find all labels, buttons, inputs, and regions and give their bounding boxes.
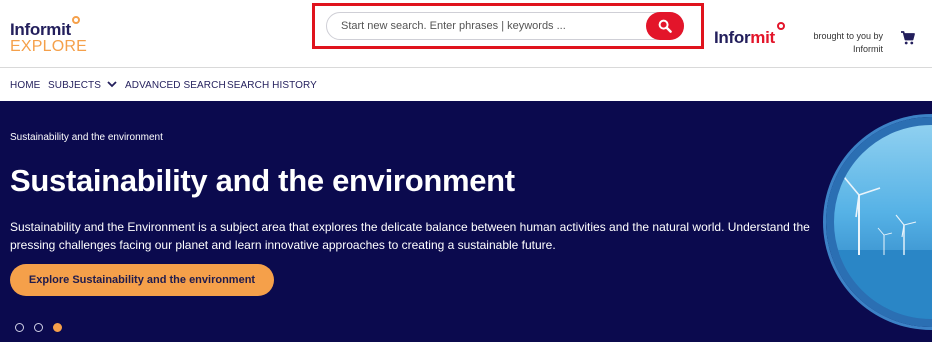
search-button[interactable] — [646, 12, 684, 40]
chevron-down-icon[interactable] — [106, 78, 118, 90]
carousel-dot-3[interactable] — [53, 323, 62, 332]
wind-turbine-illustration — [834, 176, 932, 319]
hero-banner: Sustainability and the environment Susta… — [0, 101, 932, 342]
informit-brand-logo[interactable]: Informit — [714, 22, 785, 48]
main-nav: HOME SUBJECTS ADVANCED SEARCH SEARCH HIS… — [0, 69, 932, 101]
brought-to-you-by-text: brought to you by Informit — [813, 31, 883, 54]
explore-button[interactable]: Explore Sustainability and the environme… — [10, 264, 274, 296]
logo-line1: Informit — [10, 16, 80, 40]
logo-line2: EXPLORE — [10, 38, 87, 55]
carousel-dot-2[interactable] — [34, 323, 43, 332]
informit-explore-logo[interactable]: Informit EXPLORE — [10, 14, 100, 58]
page-title: Sustainability and the environment — [10, 163, 515, 198]
header: Informit EXPLORE Informit brought to you… — [0, 0, 932, 68]
hero-description: Sustainability and the Environment is a … — [10, 220, 810, 252]
wind-turbine-image — [826, 117, 932, 327]
nav-subjects[interactable]: SUBJECTS — [48, 80, 101, 91]
breadcrumb: Sustainability and the environment — [10, 132, 163, 143]
carousel-dot-1[interactable] — [15, 323, 24, 332]
cart-button[interactable] — [900, 30, 918, 48]
search-input[interactable] — [341, 13, 641, 39]
nav-home[interactable]: HOME — [10, 80, 40, 91]
search-icon — [658, 19, 672, 33]
cart-icon — [901, 31, 915, 45]
nav-advanced-search[interactable]: ADVANCED SEARCH — [125, 80, 226, 91]
search-bar — [326, 12, 684, 40]
nav-search-history[interactable]: SEARCH HISTORY — [227, 80, 317, 91]
